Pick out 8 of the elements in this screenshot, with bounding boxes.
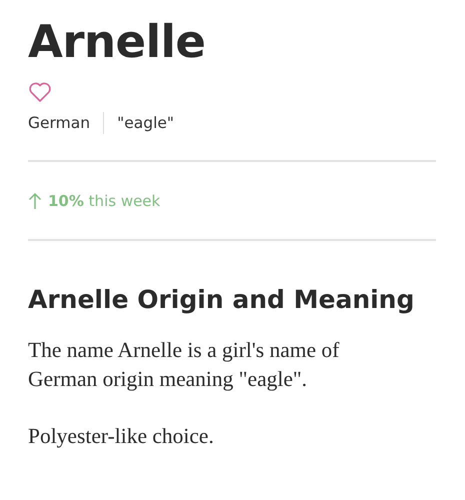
heart-icon[interactable]: [28, 81, 52, 103]
trend-text: 10% this week: [48, 192, 160, 210]
name-title: Arnelle: [28, 14, 206, 70]
origin-text: German: [28, 114, 90, 132]
paragraph: Polyester-like choice.: [28, 423, 215, 450]
paragraph: The name Arnelle is a girl's name of German origin meaning "eagle".: [28, 337, 340, 393]
meaning-text: "eagle": [117, 114, 174, 132]
section-heading: Arnelle Origin and Meaning: [28, 284, 416, 316]
